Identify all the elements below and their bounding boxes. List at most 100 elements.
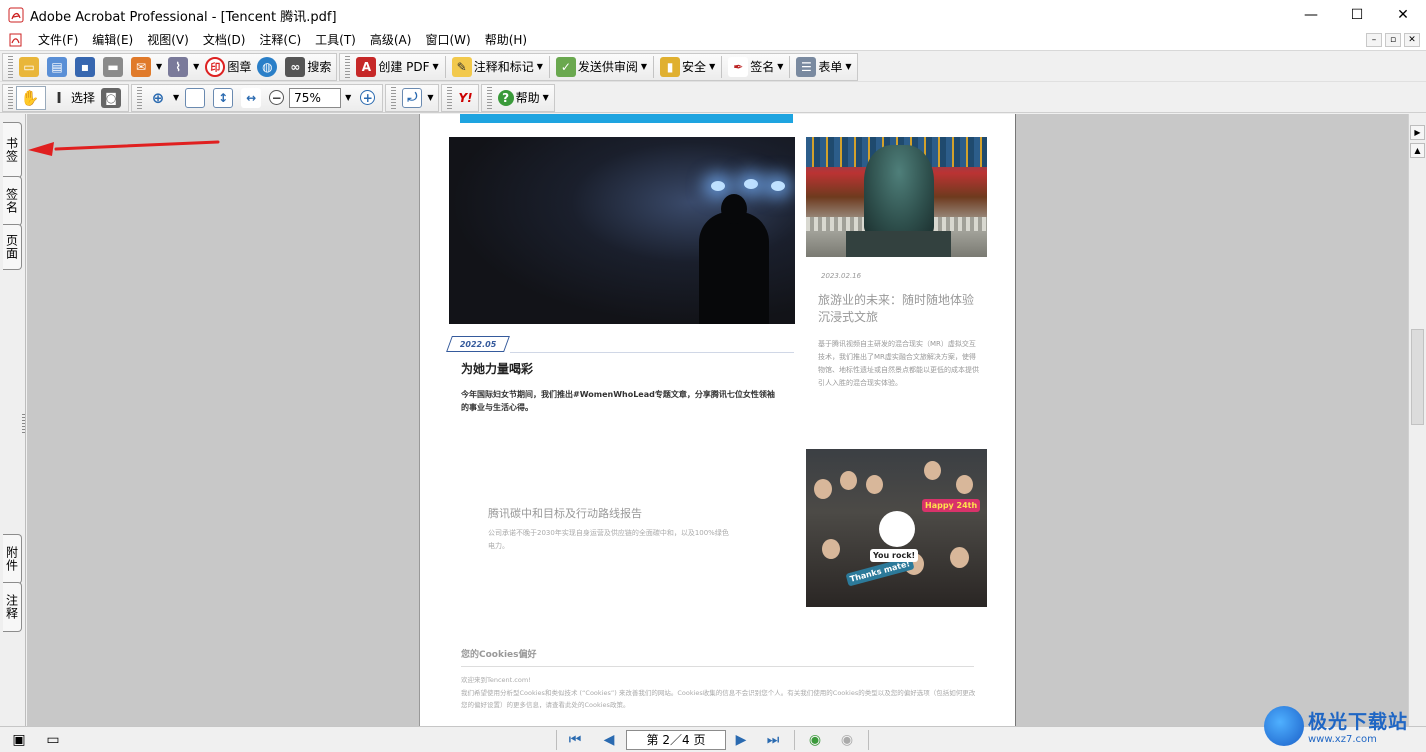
doc-restore-button[interactable]: ▫ (1385, 33, 1401, 47)
maximize-button[interactable]: ☐ (1334, 0, 1380, 30)
page-number-input[interactable]: 第 2／4 页 (626, 730, 726, 750)
first-page-icon[interactable]: ⏮ (566, 731, 584, 749)
web-button[interactable]: ◍ (254, 55, 282, 79)
previous-page-icon[interactable]: ◀ (600, 731, 618, 749)
chevron-down-icon: ▼ (173, 93, 180, 102)
menu-view[interactable]: 视图(V) (140, 30, 196, 51)
toolbar-file: ▭ ▤ ▪ ▬ ✉ ▼ ⌇ ▼ 印图章 ◍ ∞ 搜索 A 创建 PDF ▼ ✎ 注释和标记 ▼… (0, 52, 1426, 82)
hand-tool-button[interactable]: ✋ (16, 85, 46, 110)
document-icon[interactable] (9, 33, 23, 47)
last-page-icon[interactable]: ⏭ (764, 731, 782, 749)
comment-markup-button[interactable]: ✎ 注释和标记 ▼ (449, 55, 546, 79)
create-pdf-button[interactable]: A 创建 PDF ▼ (353, 55, 441, 79)
text-cursor-icon: I (56, 88, 62, 107)
vertical-scrollbar[interactable]: ▶ ▲ (1408, 114, 1426, 726)
email-button[interactable]: ✉ ▼ (128, 55, 165, 79)
print-button[interactable]: ▬ (100, 55, 128, 79)
close-button[interactable]: ✕ (1380, 0, 1426, 30)
toolbar-grip[interactable] (391, 86, 397, 109)
face (822, 539, 840, 559)
pane-resize-handle[interactable] (22, 414, 25, 434)
zoom-out-button[interactable]: − (266, 86, 289, 110)
sign-button[interactable]: ✒ 签名 ▼ (725, 55, 786, 79)
menu-window[interactable]: 窗口(W) (418, 30, 477, 51)
window-title: Adobe Acrobat Professional - [Tencent 腾讯… (30, 9, 337, 25)
status-bar: ▣ ▭ ⏮ ◀ 第 2／4 页 ▶ ⏭ ◉ ◉ (0, 726, 1426, 752)
tab-signatures[interactable]: 签名 (3, 176, 22, 226)
yahoo-group: Y! (441, 83, 479, 112)
zoom-dropdown-icon[interactable]: ▼ (345, 93, 351, 102)
menu-document[interactable]: 文档(D) (196, 30, 253, 51)
menu-file[interactable]: 文件(F) (31, 30, 85, 51)
fit-width-button[interactable]: ↔ (238, 86, 266, 110)
save-button[interactable]: ▪ (72, 55, 100, 79)
snapshot-button[interactable]: ◙ (98, 86, 126, 110)
left-date: 2022.05 (459, 339, 497, 349)
toolbar-grip[interactable] (8, 55, 13, 78)
tab-pages-label: 页面 (4, 234, 19, 260)
scroll-thumb[interactable] (1411, 329, 1424, 425)
face (924, 461, 941, 480)
document-viewport[interactable]: 2022.05 为她力量喝彩 今年国际妇女节期间，我们推出#WomenWhoLe… (27, 114, 1408, 726)
screen-icon[interactable]: ▣ (10, 731, 28, 749)
forms-button[interactable]: ☰ 表单 ▼ (793, 55, 854, 79)
menu-comments[interactable]: 注释(C) (252, 30, 308, 51)
tasks-group: A 创建 PDF ▼ ✎ 注释和标记 ▼ ✓ 发送供审阅 ▼ ▮ 安全 ▼ ✒ 签名 ▼ ☰ 表单 ▼ (339, 52, 858, 81)
zoom-tool-button[interactable]: ⊕ ▼ (145, 86, 182, 110)
tab-comments-label: 注释 (4, 594, 19, 620)
menu-help[interactable]: 帮助(H) (478, 30, 534, 51)
stage-photo (449, 137, 795, 324)
tab-bookmarks-label: 书签 (4, 137, 19, 163)
watermark-logo-icon (1264, 706, 1304, 746)
tab-comments[interactable]: 注释 (3, 582, 22, 632)
zoom-level-input[interactable]: 75% (289, 87, 342, 108)
security-button[interactable]: ▮ 安全 ▼ (657, 55, 718, 79)
pdf-page[interactable]: 2022.05 为她力量喝彩 今年国际妇女节期间，我们推出#WomenWhoLe… (420, 114, 1015, 726)
toolbar-grip[interactable] (137, 86, 143, 109)
rotate-view-button[interactable]: ⤾ ▼ (399, 86, 436, 110)
select-tools-group: ✋ I 选择 ◙ (2, 83, 130, 112)
attach-button[interactable]: ⌇ ▼ (165, 55, 202, 79)
organizer-button[interactable]: ▤ (44, 55, 72, 79)
menu-edit[interactable]: 编辑(E) (85, 30, 140, 51)
open-button[interactable]: ▭ (16, 55, 44, 79)
fit-page-button[interactable]: ↕ (210, 86, 238, 110)
toolbar-grip[interactable] (447, 86, 453, 109)
yahoo-button[interactable]: Y! (455, 86, 475, 110)
go-back-icon[interactable]: ◉ (806, 731, 824, 749)
page-size-icon[interactable]: ▭ (44, 731, 62, 749)
toolbar-grip[interactable] (345, 55, 351, 78)
send-review-button[interactable]: ✓ 发送供审阅 ▼ (553, 55, 650, 79)
doc-close-button[interactable]: ✕ (1404, 33, 1420, 47)
open-folder-icon: ▭ (19, 56, 39, 77)
minimize-button[interactable]: — (1288, 0, 1334, 30)
yahoo-label: Y! (458, 90, 473, 105)
actual-size-button[interactable] (182, 86, 210, 110)
go-forward-icon[interactable]: ◉ (838, 731, 856, 749)
zoom-in-button[interactable]: + (357, 86, 380, 110)
form-icon: ☰ (796, 56, 817, 77)
help-label: 帮助 (515, 91, 540, 105)
annotation-arrow (28, 140, 220, 156)
menu-tools[interactable]: 工具(T) (308, 30, 363, 51)
chevron-down-icon: ▼ (845, 62, 852, 71)
scroll-up-icon[interactable]: ▲ (1410, 143, 1425, 158)
sign-happy: Happy 24th (922, 499, 981, 512)
menu-advanced[interactable]: 高级(A) (363, 30, 419, 51)
tab-pages[interactable]: 页面 (3, 224, 22, 270)
select-tool-button[interactable]: I 选择 (46, 86, 98, 110)
face (866, 475, 883, 494)
tab-attachments[interactable]: 附件 (3, 534, 22, 584)
panel-toggle-icon[interactable]: ▶ (1410, 125, 1425, 140)
toolbar-grip[interactable] (486, 86, 492, 109)
doc-minimize-button[interactable]: – (1366, 33, 1382, 47)
lion-statue-photo (806, 137, 987, 257)
tab-bookmarks[interactable]: 书签 (3, 122, 22, 178)
stamp-button[interactable]: 印图章 (202, 55, 254, 79)
help-circle-icon: ? (497, 89, 514, 106)
next-page-icon[interactable]: ▶ (732, 731, 750, 749)
toolbar-grip[interactable] (8, 86, 13, 109)
search-button[interactable]: ∞ 搜索 (282, 55, 334, 79)
help-button[interactable]: ? 帮助 ▼ (495, 86, 552, 110)
rotate-group: ⤾ ▼ (385, 83, 440, 112)
